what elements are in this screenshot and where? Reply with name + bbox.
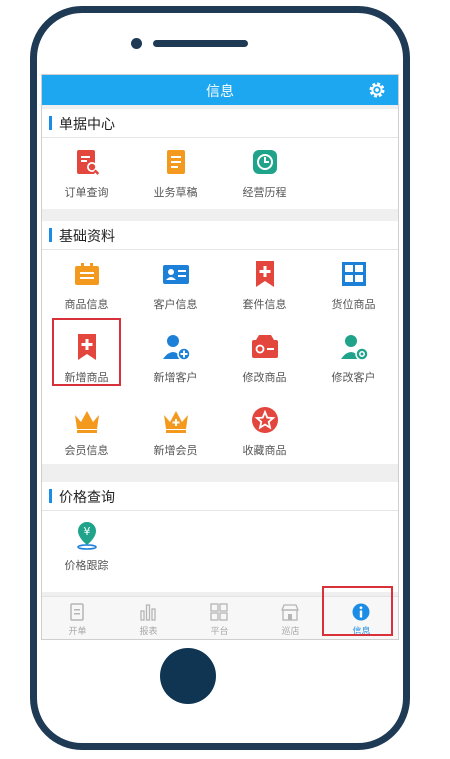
document-icon <box>70 603 84 621</box>
tab-label: 平台 <box>210 627 229 637</box>
bundle-bookmark-icon <box>256 261 274 287</box>
highlight-info-tab <box>322 586 393 636</box>
top-bar: 信息 <box>42 75 398 105</box>
grid-item-price-track[interactable]: ¥ 价格跟踪 <box>42 511 131 584</box>
edit-product-icon <box>252 335 278 358</box>
item-label: 新增客户 <box>153 371 198 384</box>
crown-icon <box>75 411 99 433</box>
grid-icon <box>210 603 228 621</box>
page-title: 信息 <box>206 84 234 100</box>
tab-billing[interactable]: 开单 <box>42 597 113 639</box>
svg-text:¥: ¥ <box>84 525 91 538</box>
price-track-icon: ¥ <box>77 522 97 550</box>
grid-item-edit-customer[interactable]: 修改客户 <box>309 323 398 396</box>
item-label: 货位商品 <box>331 298 376 311</box>
item-label: 收藏商品 <box>242 444 287 457</box>
section-title: 基础资料 <box>59 229 115 245</box>
grid-item-add-member[interactable]: 新增会员 <box>131 396 220 469</box>
tab-label: 报表 <box>139 627 158 637</box>
section-header: 价格查询 <box>42 482 398 511</box>
order-search-icon <box>77 150 100 175</box>
tab-label: 开单 <box>68 627 87 637</box>
grid-item-order-search[interactable]: 订单查询 <box>42 138 131 211</box>
grid-item-customer-info[interactable]: 客户信息 <box>131 250 220 323</box>
crown-plus-icon <box>164 411 188 433</box>
section-header: 基础资料 <box>42 221 398 250</box>
phone-speaker <box>153 40 248 47</box>
section-marker <box>49 228 52 242</box>
item-label: 会员信息 <box>64 444 109 457</box>
product-info-icon <box>75 263 99 285</box>
customer-card-icon <box>163 265 189 284</box>
grid-item-member-info[interactable]: 会员信息 <box>42 396 131 469</box>
grid-item-favorite-products[interactable]: 收藏商品 <box>220 396 309 469</box>
item-label: 订单查询 <box>64 186 109 199</box>
section-header: 单据中心 <box>42 109 398 138</box>
section-marker <box>49 489 52 503</box>
gear-icon[interactable] <box>366 79 388 101</box>
grid-item-shelf-goods[interactable]: 货位商品 <box>309 250 398 323</box>
shelf-icon <box>342 262 366 286</box>
add-customer-icon <box>163 335 191 361</box>
store-icon <box>281 604 299 621</box>
home-button[interactable] <box>160 648 216 704</box>
item-label: 客户信息 <box>153 298 198 311</box>
tab-platform[interactable]: 平台 <box>184 597 255 639</box>
item-label: 修改客户 <box>331 371 376 384</box>
phone-camera <box>131 38 142 49</box>
item-label: 经营历程 <box>242 186 287 199</box>
item-label: 业务草稿 <box>153 186 198 199</box>
grid-item-bundle-info[interactable]: 套件信息 <box>220 250 309 323</box>
grid-item-add-customer[interactable]: 新增客户 <box>131 323 220 396</box>
section-title: 价格查询 <box>59 490 115 506</box>
item-label: 新增会员 <box>153 444 198 457</box>
tab-reports[interactable]: 报表 <box>113 597 184 639</box>
section-price-query: 价格查询 ¥ 价格跟踪 <box>42 482 398 592</box>
grid-item-product-info[interactable]: 商品信息 <box>42 250 131 323</box>
edit-customer-icon <box>341 335 369 361</box>
tab-store-patrol[interactable]: 巡店 <box>255 597 326 639</box>
star-icon <box>252 407 278 433</box>
section-documents: 单据中心 订单查询 业务草稿 经营历程 <box>42 109 398 209</box>
item-label: 套件信息 <box>242 298 287 311</box>
grid-item-draft[interactable]: 业务草稿 <box>131 138 220 211</box>
item-label: 价格跟踪 <box>64 559 109 572</box>
bar-chart-icon <box>140 604 156 621</box>
draft-icon <box>167 150 185 174</box>
item-label: 商品信息 <box>64 298 109 311</box>
item-label: 修改商品 <box>242 371 287 384</box>
section-marker <box>49 116 52 130</box>
highlight-add-product <box>52 318 121 386</box>
grid-item-edit-product[interactable]: 修改商品 <box>220 323 309 396</box>
history-clock-icon <box>253 150 277 174</box>
section-title: 单据中心 <box>59 117 115 133</box>
tab-label: 巡店 <box>281 627 300 637</box>
grid-item-history[interactable]: 经营历程 <box>220 138 309 211</box>
